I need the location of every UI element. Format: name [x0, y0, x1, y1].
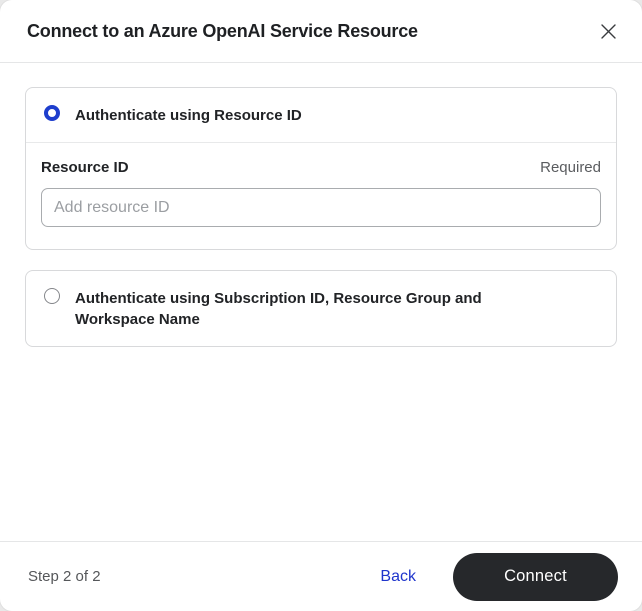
option-resource-id-label: Authenticate using Resource ID — [75, 107, 302, 124]
connect-resource-dialog: Connect to an Azure OpenAI Service Resou… — [0, 0, 642, 611]
step-indicator: Step 2 of 2 — [28, 568, 101, 585]
connect-button[interactable]: Connect — [453, 552, 618, 601]
dialog-footer: Step 2 of 2 Back Connect — [0, 541, 642, 611]
dialog-title: Connect to an Azure OpenAI Service Resou… — [27, 20, 418, 41]
resource-id-input[interactable] — [41, 188, 601, 227]
option-subscription[interactable]: Authenticate using Subscription ID, Reso… — [26, 271, 616, 346]
option-card-resource-id: Authenticate using Resource ID Resource … — [25, 87, 617, 250]
close-button[interactable] — [594, 17, 622, 45]
resource-id-field-label: Resource ID — [41, 159, 129, 176]
close-icon — [600, 23, 617, 40]
option-resource-id[interactable]: Authenticate using Resource ID — [26, 88, 616, 142]
dialog-header: Connect to an Azure OpenAI Service Resou… — [0, 0, 642, 63]
dialog-body: Authenticate using Resource ID Resource … — [0, 63, 642, 541]
required-badge: Required — [540, 159, 601, 176]
option-card-subscription: Authenticate using Subscription ID, Reso… — [25, 270, 617, 347]
option-subscription-label: Authenticate using Subscription ID, Reso… — [75, 290, 482, 328]
radio-selected-icon[interactable] — [44, 105, 60, 121]
radio-unselected-icon[interactable] — [44, 288, 60, 304]
back-button[interactable]: Back — [380, 568, 416, 586]
field-label-row: Resource ID Required — [41, 159, 601, 176]
resource-id-form: Resource ID Required — [26, 143, 616, 249]
